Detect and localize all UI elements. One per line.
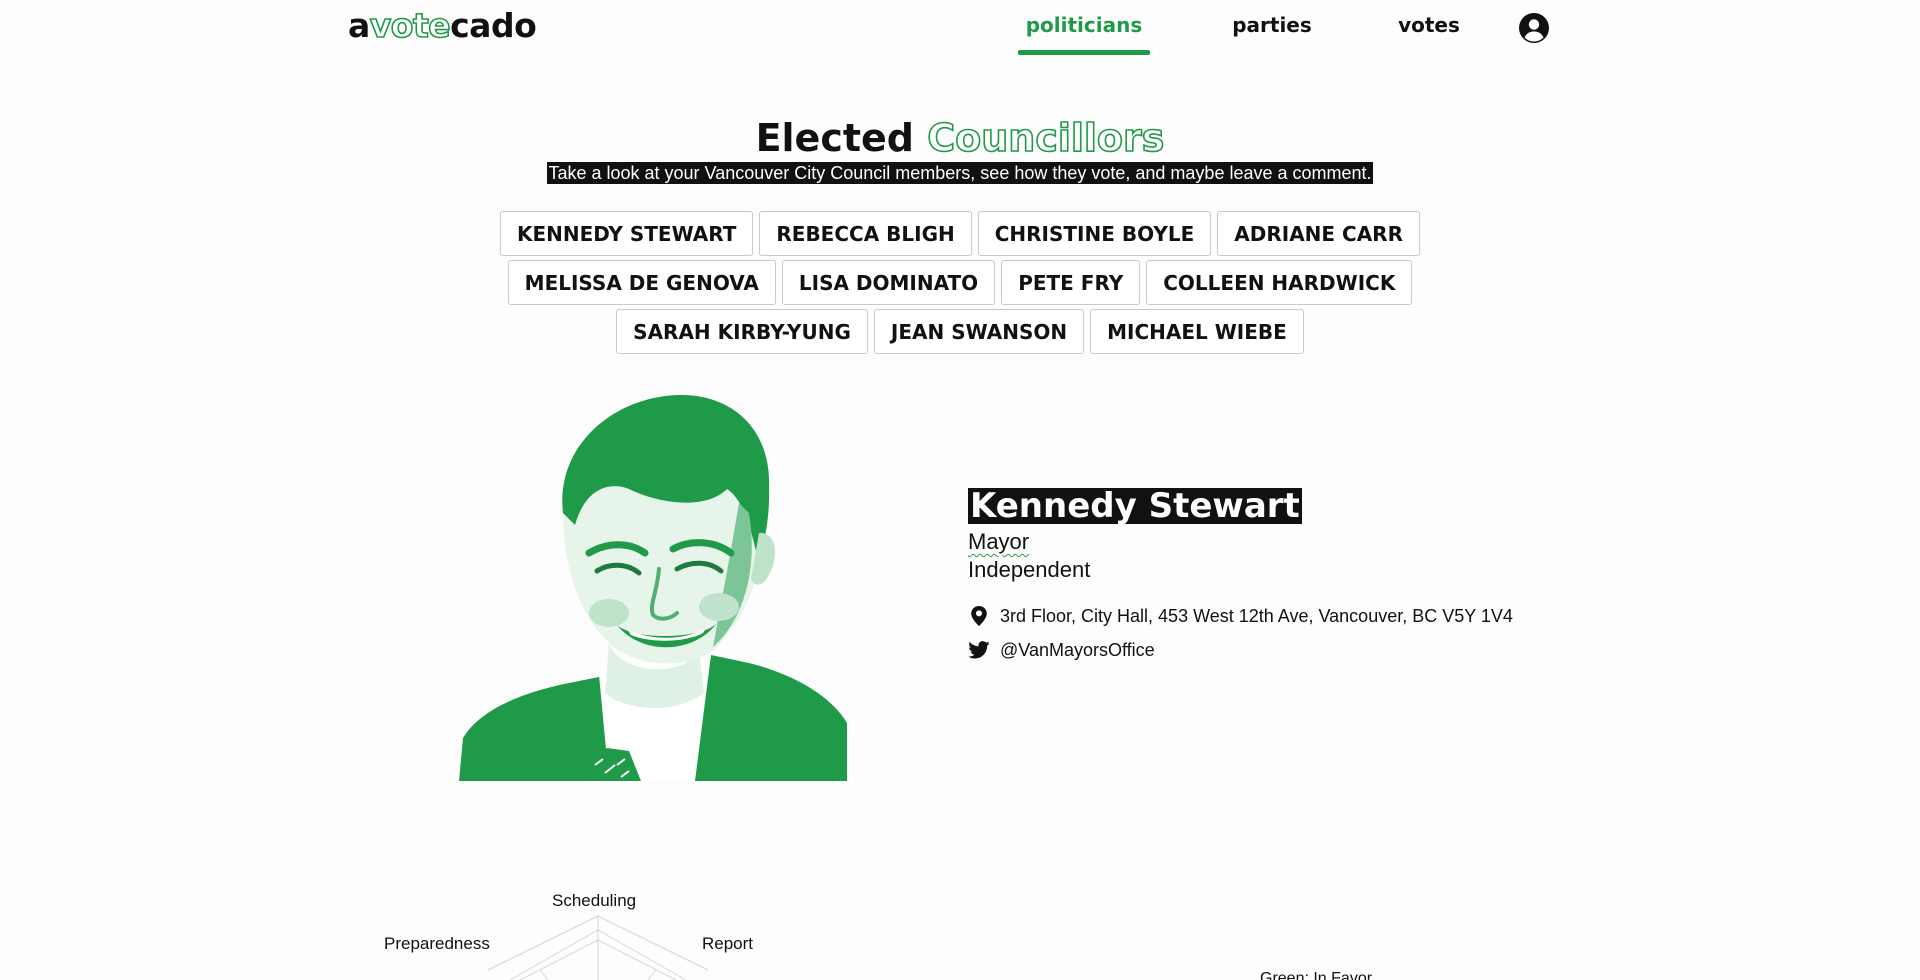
subtitle-text: Take a look at your Vancouver City Counc… xyxy=(547,162,1373,184)
councillor-button[interactable]: REBECCA BLIGH xyxy=(759,211,972,256)
councillor-button[interactable]: KENNEDY STEWART xyxy=(499,211,754,256)
logo-highlight: vote xyxy=(369,5,451,46)
councillor-button[interactable]: CHRISTINE BOYLE xyxy=(977,211,1212,256)
councillor-button[interactable]: MICHAEL WIEBE xyxy=(1090,309,1304,354)
councillor-button[interactable]: MELISSA DE GENOVA xyxy=(507,260,776,305)
address-row: 3rd Floor, City Hall, 453 West 12th Ave,… xyxy=(968,604,1513,628)
title-plain: Elected xyxy=(755,116,914,160)
nav-parties[interactable]: parties xyxy=(1226,10,1318,56)
councillor-button[interactable]: SARAH KIRBY-YUNG xyxy=(616,309,868,354)
address-text: 3rd Floor, City Hall, 453 West 12th Ave,… xyxy=(1000,606,1513,626)
user-circle-icon[interactable] xyxy=(1518,12,1550,44)
title-outline: Councillors xyxy=(926,115,1165,161)
radar-label-preparedness: Preparedness xyxy=(384,934,490,953)
councillor-button[interactable]: COLLEEN HARDWICK xyxy=(1146,260,1413,305)
site-logo[interactable]: avotecado xyxy=(348,5,537,46)
nav-votes[interactable]: votes xyxy=(1393,10,1465,56)
councillor-button[interactable]: PETE FRY xyxy=(1001,260,1141,305)
politician-party: Independent xyxy=(968,557,1091,582)
councillor-button[interactable]: LISA DOMINATO xyxy=(781,260,996,305)
nav-politicians[interactable]: politicians xyxy=(1018,10,1150,56)
page-subtitle: Take a look at your Vancouver City Counc… xyxy=(0,161,1920,185)
councillor-row-2: MELISSA DE GENOVA LISA DOMINATO PETE FRY… xyxy=(0,260,1920,305)
politician-portrait xyxy=(459,394,847,781)
councillor-button[interactable]: JEAN SWANSON xyxy=(873,309,1085,354)
logo-prefix: a xyxy=(348,6,370,45)
councillor-button[interactable]: ADRIANE CARR xyxy=(1217,211,1420,256)
radar-chart-grid xyxy=(487,915,709,980)
politician-role: Mayor xyxy=(968,529,1030,554)
twitter-icon xyxy=(968,639,990,661)
votes-legend-label: Green: In Favor xyxy=(1260,970,1373,980)
councillor-row-3: SARAH KIRBY-YUNG JEAN SWANSON MICHAEL WI… xyxy=(0,309,1920,354)
councillor-row-1: KENNEDY STEWART REBECCA BLIGH CHRISTINE … xyxy=(0,211,1920,256)
map-pin-icon xyxy=(968,605,990,627)
logo-suffix: cado xyxy=(450,6,537,45)
politician-name: Kennedy Stewart xyxy=(968,486,1302,526)
page-title: Elected Councillors xyxy=(0,114,1920,162)
twitter-row[interactable]: @VanMayorsOffice xyxy=(968,638,1155,662)
twitter-handle[interactable]: @VanMayorsOffice xyxy=(1000,638,1155,662)
